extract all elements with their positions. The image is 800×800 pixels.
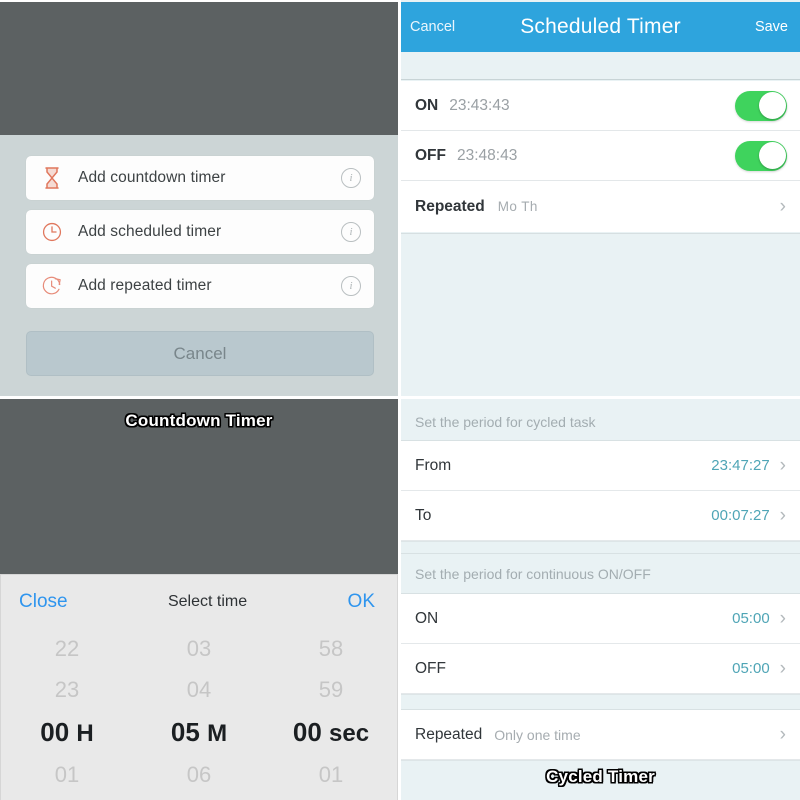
close-button[interactable]: Close	[1, 591, 68, 613]
repeat-clock-icon	[26, 275, 78, 297]
wheel-item: 04	[186, 677, 212, 702]
panel-add-timer-action-sheet: Add countdown timer i Add scheduled time…	[0, 0, 398, 396]
wheel-item: 02	[319, 795, 343, 800]
to-row[interactable]: To 00:07:27 ›	[401, 491, 800, 541]
panel-caption-cycled: Cycled Timer	[546, 767, 655, 786]
minutes-selected: 05 M	[171, 710, 227, 754]
picker-wheels: 22 23 00 H 01 02 03 04 05 M 06 07 58 59 …	[1, 628, 397, 796]
on-toggle-switch[interactable]	[735, 90, 787, 121]
off-toggle-switch[interactable]	[735, 140, 787, 171]
action-sheet: Add countdown timer i Add scheduled time…	[0, 135, 398, 396]
chevron-right-icon: ›	[779, 505, 786, 526]
info-icon[interactable]: i	[328, 222, 374, 242]
scheduled-repeated-row[interactable]: Repeated Mo Th ›	[401, 181, 800, 232]
to-value: 00:07:27	[711, 507, 770, 524]
minutes-value: 05	[170, 717, 200, 747]
add-scheduled-timer-option[interactable]: Add scheduled timer i	[26, 210, 374, 254]
cancel-button[interactable]: Cancel	[26, 331, 374, 376]
on-label: ON	[415, 96, 439, 114]
wheel-item: 03	[186, 636, 212, 661]
seconds-unit: sec	[329, 720, 370, 747]
chevron-right-icon: ›	[779, 724, 786, 745]
panel-caption-countdown: Countdown Timer	[125, 411, 273, 430]
wheel-item: 58	[318, 636, 344, 661]
toggle-knob	[758, 92, 786, 119]
wheel-item: 01	[54, 762, 80, 787]
from-row[interactable]: From 23:47:27 ›	[401, 441, 800, 491]
add-repeated-timer-option[interactable]: Add repeated timer i	[26, 264, 374, 308]
save-button[interactable]: Save	[714, 19, 800, 35]
section-spacer	[401, 541, 800, 554]
hours-wheel[interactable]: 22 23 00 H 01 02	[1, 628, 133, 796]
repeated-label: Repeated	[415, 725, 483, 743]
seconds-selected: 00 sec	[293, 710, 369, 754]
hours-value: 00	[40, 717, 70, 747]
minutes-wheel[interactable]: 03 04 05 M 06 07	[133, 628, 265, 796]
chevron-right-icon: ›	[779, 455, 786, 476]
info-icon[interactable]: i	[328, 168, 374, 188]
option-label: Add countdown timer	[78, 169, 226, 186]
off-value: 05:00	[732, 660, 770, 677]
cycled-repeated-row[interactable]: Repeated Only one time ›	[401, 710, 800, 760]
from-value: 23:47:27	[711, 457, 770, 474]
dimmed-backdrop	[0, 2, 398, 135]
minutes-unit: M	[207, 720, 228, 747]
info-icon[interactable]: i	[328, 276, 374, 296]
wheel-item: 07	[187, 795, 211, 800]
clock-icon	[26, 221, 78, 243]
ok-button[interactable]: OK	[348, 591, 397, 613]
cancel-button[interactable]: Cancel	[401, 19, 487, 35]
seconds-value: 00	[292, 717, 322, 747]
panel-countdown-timer: Countdown Timer Close Select time OK 22 …	[0, 399, 398, 800]
off-label: OFF	[415, 146, 446, 164]
on-time-value: 23:43:43	[449, 96, 510, 114]
add-countdown-timer-option[interactable]: Add countdown timer i	[26, 156, 374, 200]
wheel-item: 02	[55, 795, 79, 800]
wheel-item: 22	[54, 636, 80, 661]
picker-header: Close Select time OK	[1, 575, 397, 628]
on-value: 05:00	[732, 610, 770, 627]
empty-content-area	[401, 233, 800, 396]
chevron-right-icon: ›	[779, 608, 786, 629]
panel-scheduled-timer: Cancel Scheduled Timer Save ON 23:43:43 …	[401, 0, 800, 396]
toggle-knob	[758, 142, 786, 169]
repeated-value: Mo Th	[497, 199, 538, 214]
scheduled-on-row[interactable]: ON 23:43:43	[401, 81, 800, 131]
page-title: Scheduled Timer	[520, 15, 681, 38]
continuous-off-row[interactable]: OFF 05:00 ›	[401, 644, 800, 694]
repeated-value: Only one time	[494, 726, 581, 743]
to-label: To	[415, 506, 432, 524]
from-label: From	[415, 456, 452, 474]
hourglass-icon	[26, 166, 78, 190]
wheel-item: 06	[186, 762, 212, 787]
off-time-value: 23:48:43	[457, 146, 518, 164]
screenshot-collage: Add countdown timer i Add scheduled time…	[0, 0, 800, 800]
hours-unit: H	[76, 720, 94, 747]
wheel-item: 01	[318, 762, 344, 787]
navigation-bar: Cancel Scheduled Timer Save	[401, 2, 800, 52]
on-label: ON	[415, 609, 439, 627]
off-label: OFF	[415, 659, 446, 677]
wheel-item: 59	[318, 677, 344, 702]
hours-selected: 00 H	[40, 710, 94, 754]
section-spacer	[401, 694, 800, 710]
option-label: Add repeated timer	[78, 277, 212, 294]
time-picker-dialog: Close Select time OK 22 23 00 H 01 02 03…	[0, 574, 398, 800]
picker-title: Select time	[167, 592, 248, 610]
repeated-label: Repeated	[415, 197, 485, 215]
section-header-continuous: Set the period for continuous ON/OFF	[401, 554, 800, 594]
chevron-right-icon: ›	[779, 196, 786, 217]
continuous-on-row[interactable]: ON 05:00 ›	[401, 594, 800, 644]
seconds-wheel[interactable]: 58 59 00 sec 01 02	[265, 628, 397, 796]
chevron-right-icon: ›	[779, 658, 786, 679]
panel-cycled-timer: Set the period for cycled task From 23:4…	[401, 399, 800, 800]
option-label: Add scheduled timer	[78, 223, 222, 240]
wheel-item: 23	[54, 677, 80, 702]
section-spacer	[401, 52, 800, 80]
scheduled-off-row[interactable]: OFF 23:48:43	[401, 131, 800, 181]
section-header-cycled-task: Set the period for cycled task	[401, 404, 800, 441]
